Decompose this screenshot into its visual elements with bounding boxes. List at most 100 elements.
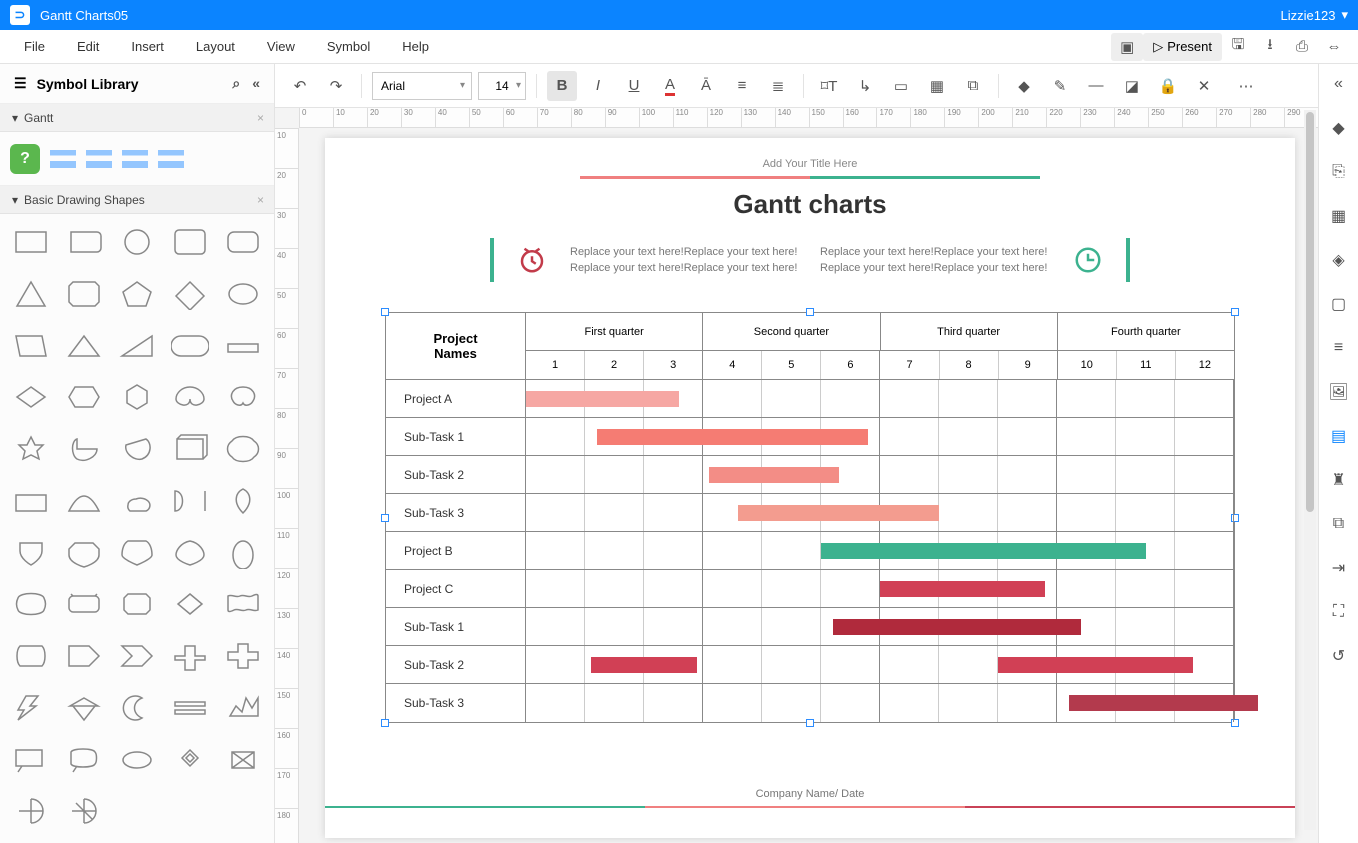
help-icon[interactable]: ? xyxy=(10,144,40,174)
shape-47[interactable] xyxy=(114,688,159,728)
gantt-shape-4[interactable] xyxy=(158,150,184,168)
shape-35[interactable] xyxy=(8,584,53,624)
gantt-row[interactable]: Sub-Task 1 xyxy=(386,608,1234,646)
data-icon[interactable]: ≡ xyxy=(1327,336,1351,360)
undo-button[interactable]: ↶ xyxy=(285,71,315,101)
shape-40[interactable] xyxy=(8,636,53,676)
shape-34[interactable] xyxy=(221,533,266,573)
menu-layout[interactable]: Layout xyxy=(180,30,251,64)
shape-2[interactable] xyxy=(114,222,159,262)
gantt-bar[interactable] xyxy=(709,467,839,483)
font-color-button[interactable]: A xyxy=(655,71,685,101)
shape-0[interactable] xyxy=(8,222,53,262)
print-icon[interactable]: ⎙ xyxy=(1286,33,1318,61)
shape-9[interactable] xyxy=(221,274,266,314)
fullscreen-icon[interactable]: ⛶ xyxy=(1327,600,1351,624)
shape-56[interactable] xyxy=(61,791,106,831)
shape-21[interactable] xyxy=(61,429,106,469)
search-icon[interactable]: ⌕ xyxy=(232,75,240,92)
gantt-row[interactable]: Project A xyxy=(386,380,1234,418)
slides-icon[interactable]: ▢ xyxy=(1327,292,1351,316)
selection-handle[interactable] xyxy=(806,308,814,316)
shape-29[interactable] xyxy=(221,481,266,521)
shape-26[interactable] xyxy=(61,481,106,521)
gantt-bar[interactable] xyxy=(821,543,1146,559)
arrange-button[interactable]: ▦ xyxy=(922,71,952,101)
share-icon[interactable]: ⇔ xyxy=(1318,33,1350,61)
section-basic-shapes[interactable]: ▾ Basic Drawing Shapes× xyxy=(0,186,274,214)
gantt-bar[interactable] xyxy=(738,505,939,521)
align-v-button[interactable]: ≣ xyxy=(763,71,793,101)
tools-button[interactable]: ✕ xyxy=(1189,71,1219,101)
shape-28[interactable] xyxy=(168,481,213,521)
shape-41[interactable] xyxy=(61,636,106,676)
document-page[interactable]: Add Your Title Here Gantt charts Replace… xyxy=(325,138,1295,838)
shape-45[interactable] xyxy=(8,688,53,728)
shadow-button[interactable]: ◪ xyxy=(1117,71,1147,101)
italic-button[interactable]: I xyxy=(583,71,613,101)
shape-1[interactable] xyxy=(61,222,106,262)
play-slideshow-icon[interactable]: ▣ xyxy=(1111,33,1143,61)
menu-insert[interactable]: Insert xyxy=(115,30,180,64)
shape-24[interactable] xyxy=(221,429,266,469)
font-size-select[interactable]: 14 xyxy=(478,72,526,100)
table-icon[interactable]: ▤ xyxy=(1327,424,1351,448)
shape-7[interactable] xyxy=(114,274,159,314)
shape-17[interactable] xyxy=(114,377,159,417)
shape-44[interactable] xyxy=(221,636,266,676)
connector-button[interactable]: ↳ xyxy=(850,71,880,101)
gantt-shape-2[interactable] xyxy=(86,150,112,168)
description-right[interactable]: Replace your text here!Replace your text… xyxy=(820,244,1050,277)
shape-50[interactable] xyxy=(8,740,53,780)
copy-icon[interactable]: ⧉ xyxy=(1327,512,1351,536)
close-icon[interactable]: × xyxy=(257,193,264,207)
shape-11[interactable] xyxy=(61,326,106,366)
selection-handle[interactable] xyxy=(1231,308,1239,316)
menu-file[interactable]: File xyxy=(8,30,61,64)
shape-25[interactable] xyxy=(8,481,53,521)
line-style-button[interactable]: ▭ xyxy=(886,71,916,101)
shape-42[interactable] xyxy=(114,636,159,676)
menu-help[interactable]: Help xyxy=(386,30,445,64)
shape-27[interactable] xyxy=(114,481,159,521)
shape-14[interactable] xyxy=(221,326,266,366)
page-footer[interactable]: Company Name/ Date xyxy=(325,788,1295,808)
selection-handle[interactable] xyxy=(381,308,389,316)
shape-3[interactable] xyxy=(168,222,213,262)
shape-51[interactable] xyxy=(61,740,106,780)
shape-5[interactable] xyxy=(8,274,53,314)
text-tool-button[interactable]: ⌑T xyxy=(814,71,844,101)
shape-13[interactable] xyxy=(168,326,213,366)
more-button[interactable]: ⋯ xyxy=(1231,71,1261,101)
highlight-button[interactable]: Ā xyxy=(691,71,721,101)
tree-icon[interactable]: ♜ xyxy=(1327,468,1351,492)
expand-panel-icon[interactable]: « xyxy=(1327,72,1351,96)
page-subtitle[interactable]: Add Your Title Here xyxy=(325,158,1295,170)
redo-button[interactable]: ↷ xyxy=(321,71,351,101)
close-icon[interactable]: × xyxy=(257,111,264,125)
gantt-row[interactable]: Sub-Task 3 xyxy=(386,494,1234,532)
gantt-row[interactable]: Sub-Task 2 xyxy=(386,456,1234,494)
section-gantt[interactable]: ▾ Gantt× xyxy=(0,104,274,132)
shape-37[interactable] xyxy=(114,584,159,624)
gantt-row[interactable]: Sub-Task 3 xyxy=(386,684,1234,722)
gantt-bar[interactable] xyxy=(998,657,1193,673)
gantt-bar[interactable] xyxy=(1069,695,1258,711)
underline-button[interactable]: U xyxy=(619,71,649,101)
fill-button[interactable]: ◆ xyxy=(1009,71,1039,101)
gantt-row[interactable]: Sub-Task 2 xyxy=(386,646,1234,684)
theme-icon[interactable]: ◆ xyxy=(1327,116,1351,140)
shape-8[interactable] xyxy=(168,274,213,314)
shape-19[interactable] xyxy=(221,377,266,417)
scrollbar-thumb[interactable] xyxy=(1306,112,1314,512)
export-icon[interactable]: ⎘ xyxy=(1327,160,1351,184)
shape-38[interactable] xyxy=(168,584,213,624)
gantt-bar[interactable] xyxy=(597,429,868,445)
shape-12[interactable] xyxy=(114,326,159,366)
menu-view[interactable]: View xyxy=(251,30,311,64)
page-title[interactable]: Gantt charts xyxy=(325,189,1295,220)
shape-31[interactable] xyxy=(61,533,106,573)
shape-54[interactable] xyxy=(221,740,266,780)
selection-handle[interactable] xyxy=(381,719,389,727)
align-h-button[interactable]: ≡ xyxy=(727,71,757,101)
